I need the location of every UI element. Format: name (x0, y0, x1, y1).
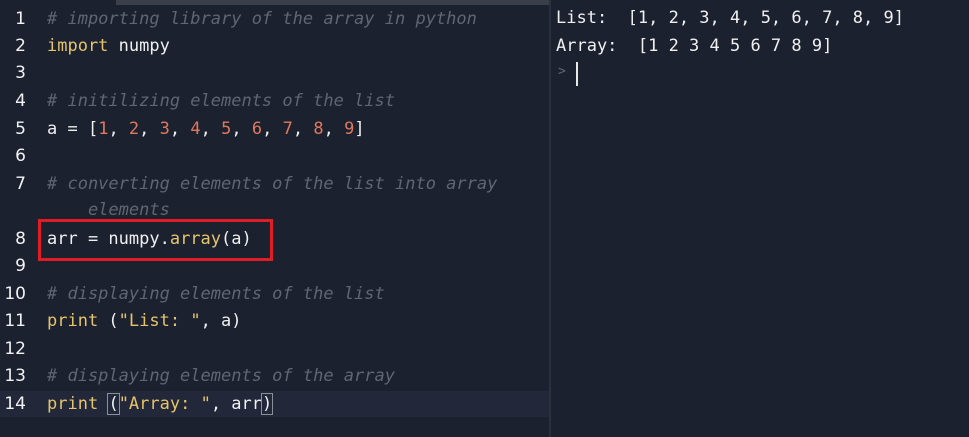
code-token: 4 (190, 119, 201, 139)
line-number: 11 (4, 311, 26, 331)
code-token: print (47, 394, 99, 414)
line-number: 8 (15, 229, 26, 249)
line-number: 10 (4, 284, 26, 304)
code-token: , a) (200, 311, 242, 331)
console-output-line: Array: [1 2 3 4 5 6 7 8 9] (556, 36, 833, 56)
code-text: import numpy (47, 33, 170, 59)
code-token: , (200, 119, 222, 139)
code-token: "List: " (118, 311, 201, 331)
code-line[interactable]: 6 (0, 143, 549, 169)
code-token: a = [ (47, 119, 99, 139)
console-cursor[interactable] (576, 62, 578, 86)
code-token: 2 (128, 119, 140, 139)
code-token: , (323, 119, 345, 139)
code-line[interactable]: 14 print ("Array: ", arr) (0, 391, 549, 417)
console-output-line: List: [1, 2, 3, 4, 5, 6, 7, 8, 9] (556, 8, 904, 28)
code-token: # displaying elements of the list (47, 284, 385, 304)
code-line[interactable]: 11 print ("List: ", a) (0, 308, 549, 334)
code-text: a = [1, 2, 3, 4, 5, 6, 7, 8, 9] (47, 116, 365, 142)
code-token: numpy (108, 36, 170, 56)
code-token: 3 (159, 119, 170, 139)
line-number: 5 (15, 119, 26, 139)
line-number: 4 (15, 91, 26, 111)
code-token: 7 (282, 119, 293, 139)
line-number: 2 (15, 36, 26, 56)
code-token: ) (260, 393, 274, 415)
code-text: print ("Array: ", arr) (47, 391, 274, 417)
code-line[interactable]: 12 (0, 336, 549, 362)
line-number: 6 (15, 146, 26, 166)
line-number: 3 (15, 63, 26, 83)
code-line[interactable]: 10 # displaying elements of the list (0, 281, 549, 307)
code-token: 8 (313, 119, 324, 139)
line-number: 12 (4, 339, 26, 359)
code-line[interactable]: 13 # displaying elements of the array (0, 363, 549, 389)
line-number: 7 (15, 174, 26, 194)
code-token: , (108, 119, 129, 139)
code-line[interactable]: 7 # converting elements of the list into … (0, 171, 549, 197)
code-token: , (262, 119, 283, 139)
code-token: # displaying elements of the array (47, 366, 395, 386)
line-number: 1 (15, 9, 26, 29)
code-line[interactable]: 5a = [1, 2, 3, 4, 5, 6, 7, 8, 9] (0, 116, 549, 142)
code-token: "Array: " (118, 394, 211, 414)
code-token: , (292, 119, 314, 139)
console-pane[interactable]: List: [1, 2, 3, 4, 5, 6, 7, 8, 9] Array:… (551, 0, 969, 437)
code-token: 1 (98, 119, 109, 139)
code-token: 5 (221, 119, 232, 139)
code-line[interactable]: 3 (0, 60, 549, 86)
code-token: , (139, 119, 160, 139)
line-number: 13 (4, 366, 26, 386)
code-editor[interactable]: 1 # importing library of the array in pyt… (0, 0, 549, 437)
code-text: # initilizing elements of the list (47, 88, 395, 114)
console-prompt-icon: > (558, 64, 566, 79)
code-token: 9 (344, 119, 355, 139)
code-text: # displaying elements of the array (47, 363, 395, 389)
code-token: # initilizing elements of the list (47, 91, 395, 111)
code-text: # importing library of the array in pyth… (47, 6, 477, 32)
code-text: print ("List: ", a) (47, 308, 242, 334)
editor-scroll-strip (116, 0, 549, 5)
code-token: ( (107, 393, 120, 415)
code-line[interactable]: 1 # importing library of the array in pyt… (0, 6, 549, 32)
code-token: # converting elements of the list into a… (47, 174, 498, 194)
code-token: , (231, 119, 252, 139)
code-text: # displaying elements of the list (47, 281, 385, 307)
code-token: , arr (210, 394, 262, 414)
line-number: 9 (15, 256, 26, 276)
line-number: 14 (4, 394, 26, 414)
code-token: ( (98, 311, 119, 331)
highlight-box (38, 219, 273, 261)
code-token: print (47, 311, 99, 331)
code-token: import (47, 36, 109, 56)
code-line[interactable]: 4 # initilizing elements of the list (0, 88, 549, 114)
code-line[interactable]: 2 import numpy (0, 33, 549, 59)
code-text: # converting elements of the list into a… (47, 171, 497, 197)
code-token: # importing library of the array in pyth… (47, 9, 477, 29)
code-token: , (169, 119, 191, 139)
code-token: elements (47, 200, 170, 220)
code-token: 6 (251, 119, 263, 139)
code-token: ] (354, 119, 365, 139)
